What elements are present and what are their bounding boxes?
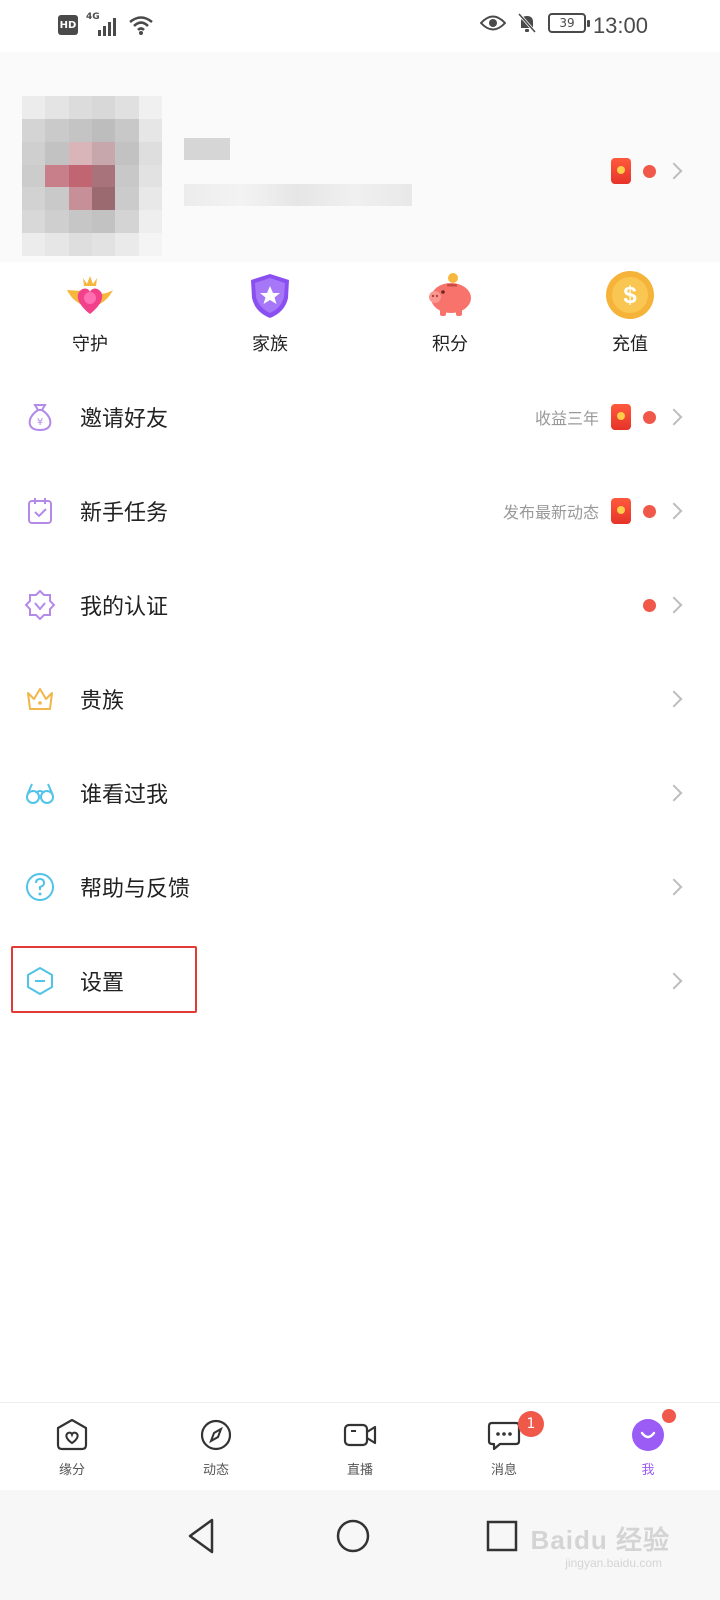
chevron-right-icon <box>665 162 683 180</box>
bell-off-icon <box>517 13 537 33</box>
tab-label: 动态 <box>202 1463 229 1478</box>
username-redacted <box>184 138 230 160</box>
menu-item-hint: 收益三年 <box>534 409 599 428</box>
chevron-right-icon <box>665 502 683 520</box>
unread-badge: 1 <box>518 1411 544 1437</box>
chevron-right-icon <box>665 878 683 896</box>
recents-icon[interactable] <box>478 1512 526 1560</box>
menu-item-label: 贵族 <box>80 689 125 714</box>
status-right: 39 <box>480 12 590 34</box>
status-bar: HD 4G 39 13:00 <box>0 0 720 52</box>
menu-item-label: 邀请好友 <box>80 407 169 432</box>
clock: 13:00 <box>592 13 648 38</box>
chevron-right-icon <box>665 784 683 802</box>
svg-text:$: $ <box>623 282 637 309</box>
chevron-right-icon <box>665 690 683 708</box>
watermark-brand: Baidu 经验 <box>530 1525 670 1555</box>
chevron-right-icon <box>665 596 683 614</box>
heart-crown-icon <box>67 276 113 314</box>
notification-dot <box>662 1409 676 1423</box>
verified-badge-icon <box>24 589 56 621</box>
glasses-icon <box>26 783 54 804</box>
bottom-tab-bar: 缘分 动态 直播 消息 1 我 <box>0 1402 720 1490</box>
settings-highlight-box <box>11 946 197 1013</box>
red-dot <box>643 504 656 518</box>
tab-messages[interactable]: 消息 1 <box>432 1403 576 1490</box>
calendar-check-icon <box>28 498 52 524</box>
battery-icon: 39 <box>548 13 590 33</box>
menu-item-label: 我的认证 <box>80 595 169 620</box>
profile-enter[interactable] <box>611 158 683 184</box>
red-packet-icon <box>611 404 631 430</box>
quick-action-points[interactable]: 积分 <box>360 262 540 362</box>
red-packet-icon <box>611 158 631 184</box>
menu-item-nobility[interactable]: 贵族 <box>0 652 720 746</box>
menu-item-my-verification[interactable]: 我的认证 <box>0 558 720 652</box>
status-left: HD 4G <box>58 12 154 36</box>
menu-item-label: 谁看过我 <box>80 783 169 808</box>
eye-icon <box>480 15 506 31</box>
tab-fate[interactable]: 缘分 <box>0 1403 144 1490</box>
chat-bubble-icon <box>487 1421 521 1451</box>
tab-live[interactable]: 直播 <box>288 1403 432 1490</box>
quick-action-label: 积分 <box>432 334 468 355</box>
tab-label: 缘分 <box>58 1463 85 1478</box>
red-dot <box>643 410 656 424</box>
piggy-bank-icon <box>429 273 471 316</box>
tab-label: 我 <box>641 1463 655 1478</box>
money-bag-icon: ¥ <box>28 404 52 432</box>
tab-moments[interactable]: 动态 <box>144 1403 288 1490</box>
smile-face-icon <box>632 1419 664 1451</box>
video-camera-icon <box>343 1423 377 1447</box>
menu-item-label: 新手任务 <box>80 501 169 526</box>
signal-icon: 4G <box>86 12 120 36</box>
tab-label: 消息 <box>490 1463 517 1478</box>
compass-icon <box>200 1419 232 1451</box>
home-icon[interactable] <box>329 1512 377 1560</box>
menu-item-label: 帮助与反馈 <box>80 877 191 902</box>
battery-level: 39 <box>559 16 575 30</box>
quick-action-label: 家族 <box>252 334 288 355</box>
wifi-icon <box>129 16 153 35</box>
user-id-redacted <box>184 184 412 206</box>
quick-action-label: 充值 <box>612 334 648 355</box>
dollar-coin-icon: $ <box>606 271 654 319</box>
heart-house-icon <box>56 1418 88 1451</box>
quick-action-label: 守护 <box>72 334 108 355</box>
quick-action-guard[interactable]: 守护 <box>0 262 180 362</box>
quick-action-family[interactable]: 家族 <box>180 262 360 362</box>
watermark-url: jingyan.baidu.com <box>565 1556 662 1570</box>
question-circle-icon <box>26 873 54 901</box>
red-dot <box>643 164 656 178</box>
menu-list: ¥ 邀请好友 收益三年 新手任务 发布最新动态 我的认证 贵族 谁看过我 帮助与… <box>0 370 720 1028</box>
red-packet-icon <box>611 498 631 524</box>
hd-badge: HD <box>58 15 78 35</box>
menu-item-who-viewed-me[interactable]: 谁看过我 <box>0 746 720 840</box>
menu-item-newbie-tasks[interactable]: 新手任务 发布最新动态 <box>0 464 720 558</box>
menu-item-help-feedback[interactable]: 帮助与反馈 <box>0 840 720 934</box>
crown-icon <box>27 688 53 710</box>
chevron-right-icon <box>665 972 683 990</box>
star-shield-icon <box>251 274 289 318</box>
avatar[interactable] <box>22 96 162 256</box>
tab-me[interactable]: 我 <box>576 1403 720 1490</box>
quick-action-recharge[interactable]: $ 充值 <box>540 262 720 362</box>
menu-item-invite-friends[interactable]: ¥ 邀请好友 收益三年 <box>0 370 720 464</box>
back-icon[interactable] <box>178 1512 226 1560</box>
profile-header[interactable] <box>0 52 720 262</box>
menu-item-hint: 发布最新动态 <box>502 503 599 522</box>
tab-label: 直播 <box>346 1463 373 1478</box>
red-dot <box>643 598 656 612</box>
svg-text:¥: ¥ <box>37 417 43 428</box>
chevron-right-icon <box>665 408 683 426</box>
quick-actions: 守护 家族 积分 $ 充值 <box>0 262 720 362</box>
